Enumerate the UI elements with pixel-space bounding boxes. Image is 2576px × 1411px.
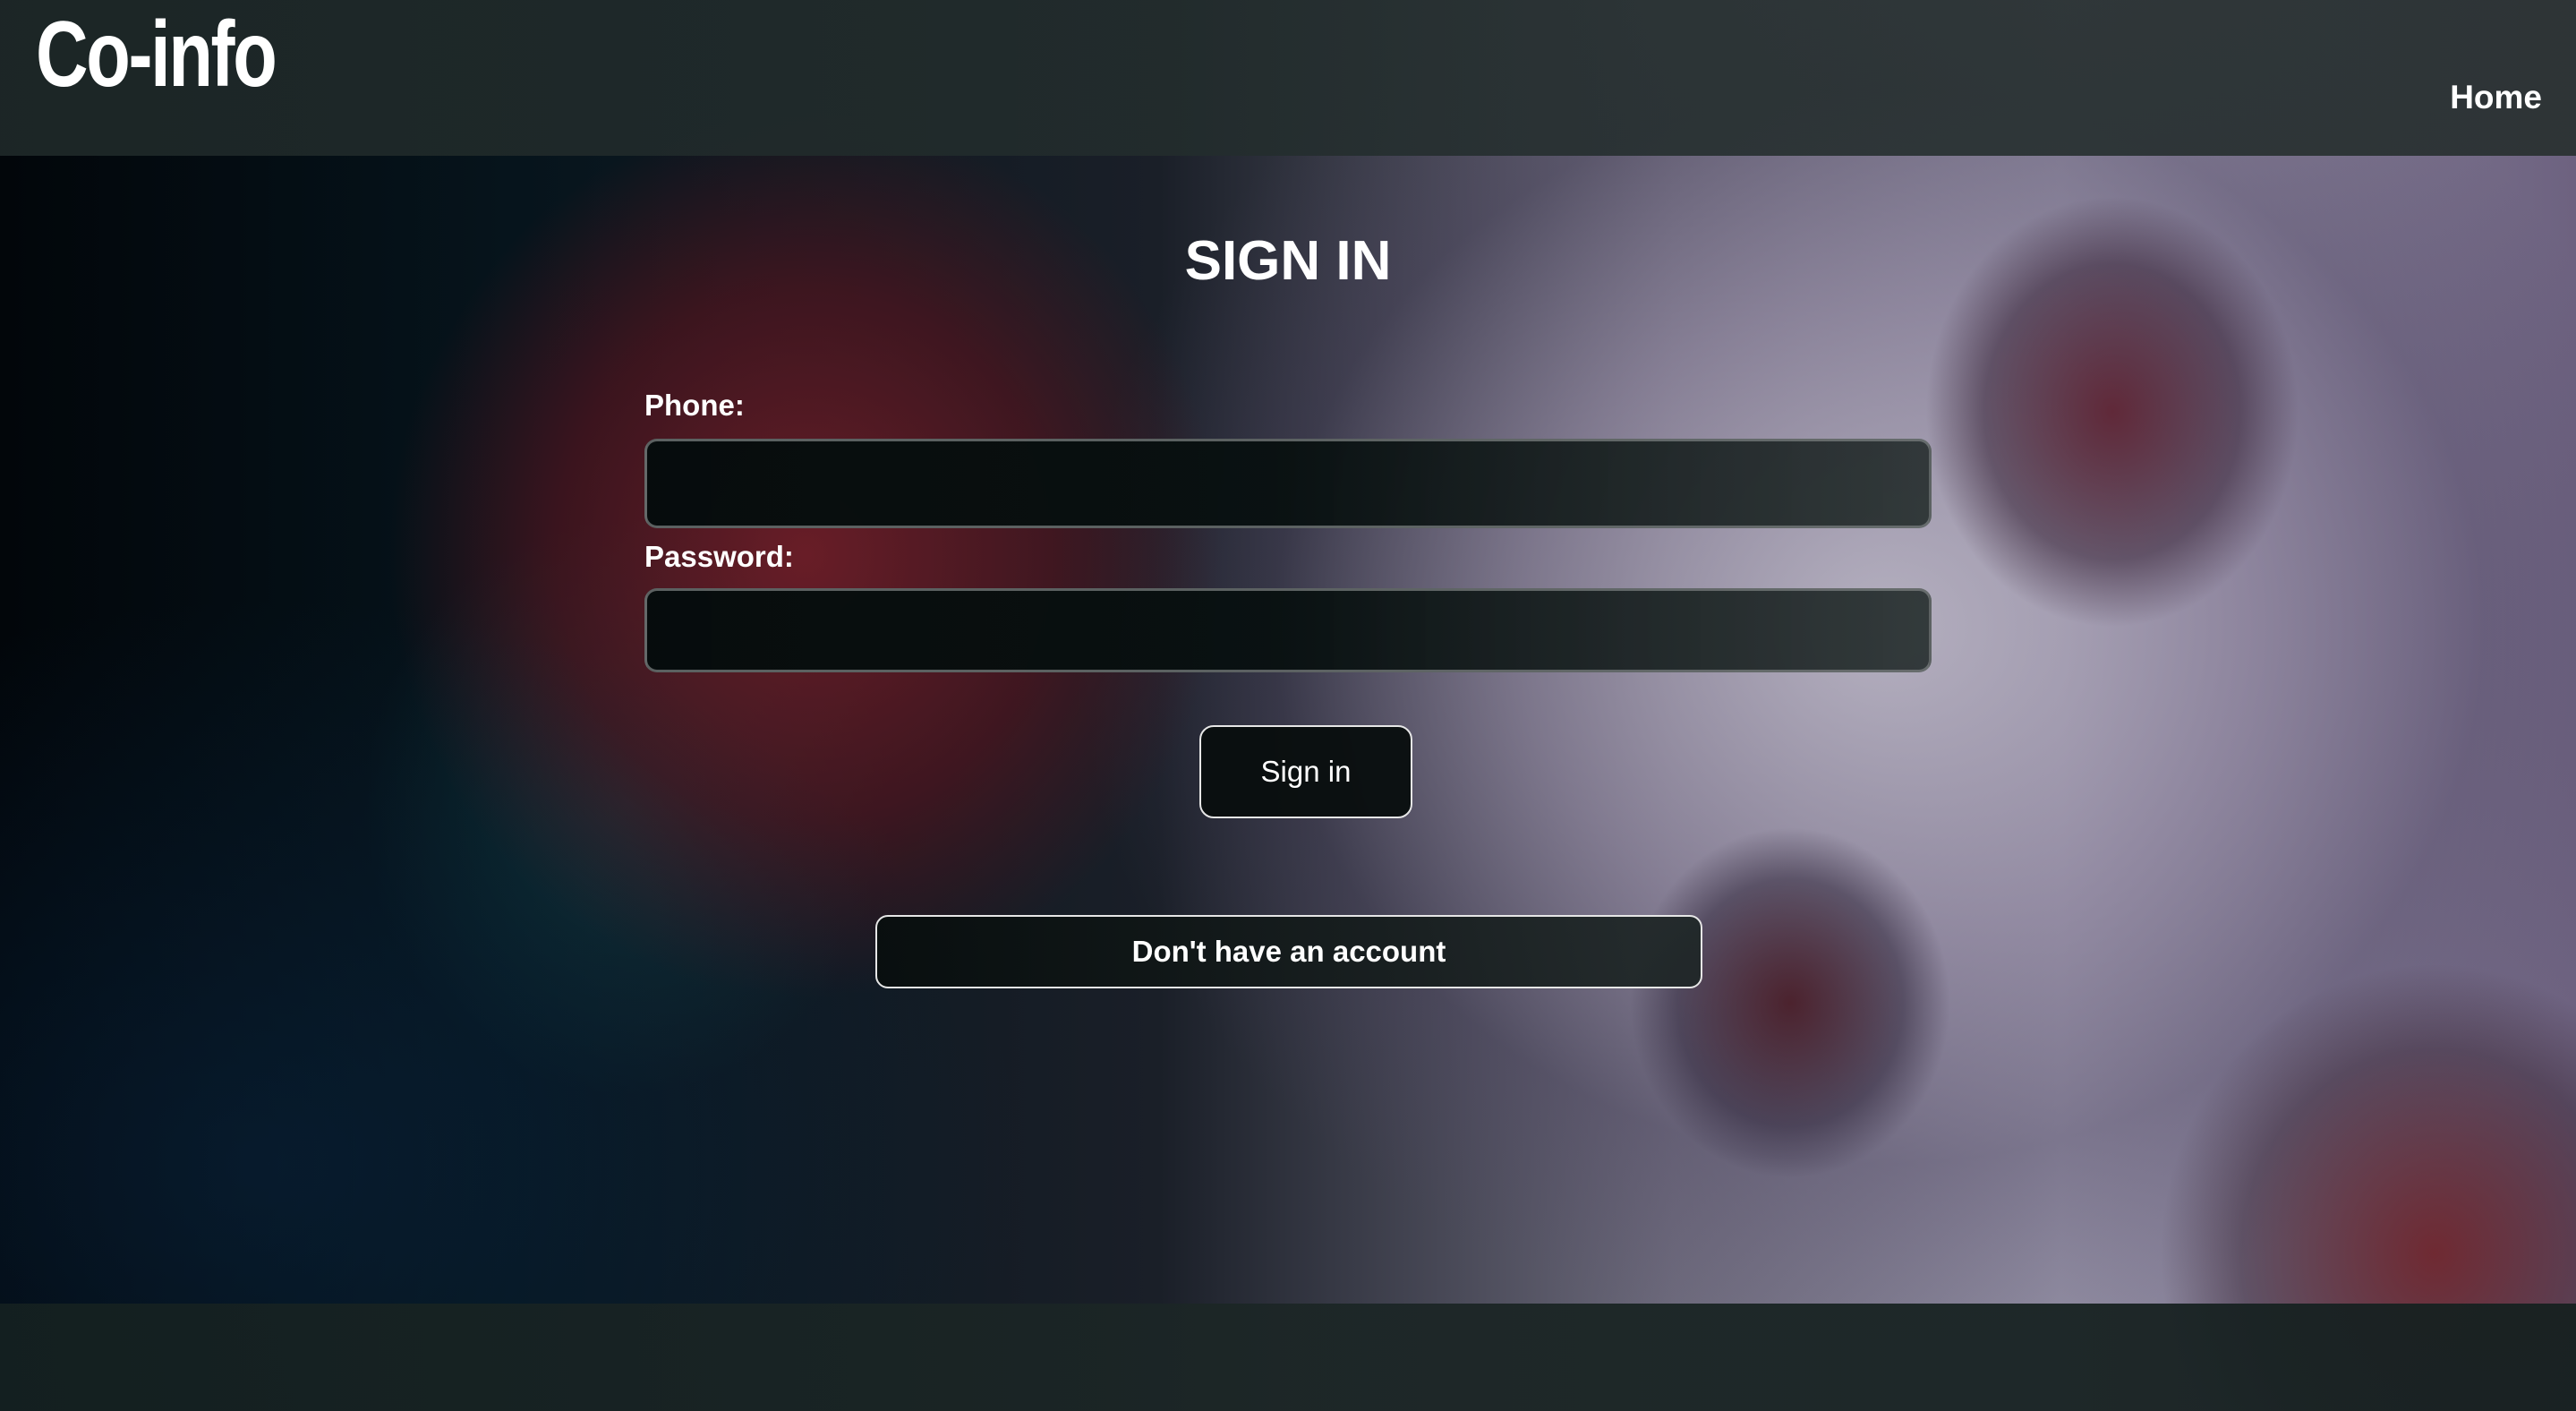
page-title: SIGN IN bbox=[1184, 230, 1392, 292]
page: Co-info Home SIGN IN Phone: Password: Si… bbox=[0, 0, 2576, 1411]
nav-link-home[interactable]: Home bbox=[2450, 79, 2542, 116]
header-bar: Co-info Home bbox=[0, 0, 2576, 156]
no-account-button[interactable]: Don't have an account bbox=[875, 915, 1702, 988]
password-label: Password: bbox=[644, 540, 794, 573]
site-logo[interactable]: Co-info bbox=[36, 4, 277, 107]
sign-in-button[interactable]: Sign in bbox=[1199, 725, 1412, 818]
password-input[interactable] bbox=[644, 588, 1932, 672]
phone-label: Phone: bbox=[644, 389, 745, 422]
phone-input[interactable] bbox=[644, 439, 1932, 528]
background-overlay bbox=[0, 0, 2576, 1411]
footer-bar bbox=[0, 1304, 2576, 1411]
